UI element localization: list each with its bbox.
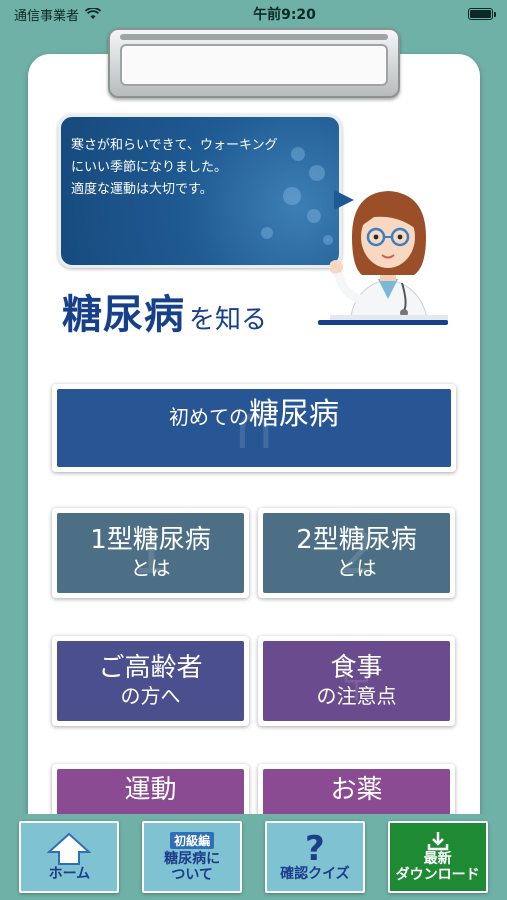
tab-quiz-label: 確認クイズ — [280, 866, 350, 882]
status-bar: 通信事業者 午前9:20 — [0, 0, 507, 28]
title-main: 糖尿病 — [62, 292, 185, 338]
diet-button[interactable]: ⑂ 食事 の注意点 — [263, 641, 450, 721]
clock: 午前9:20 — [253, 7, 316, 23]
clipboard-clip — [108, 28, 400, 98]
medicine-button[interactable]: お薬 — [263, 769, 450, 819]
bubble-line: 寒さが和らいできて、ウォーキング — [71, 138, 278, 153]
title-sub: を知る — [189, 305, 268, 335]
fork-knife-icon: ⑂ — [338, 646, 375, 716]
title-underline — [318, 320, 448, 325]
speech-bubble: 寒さが和らいできて、ウォーキング にいい季節になりました。 適度な運動は大切です… — [58, 114, 342, 268]
bubble-line: 適度な運動は大切です。 — [71, 182, 213, 197]
question-mark-icon: ? — [305, 829, 325, 869]
first-diabetes-button[interactable]: ∩ 初めての 糖尿病 — [57, 389, 451, 467]
bubble-line: にいい季節になりました。 — [71, 160, 228, 175]
tab-beginner[interactable]: 初級編 糖尿病に ついて — [142, 821, 243, 893]
number-one-icon: 1 — [131, 518, 170, 588]
download-icon — [427, 832, 448, 851]
battery-icon — [468, 8, 496, 20]
type1-button[interactable]: 1 1型糖尿病 とは — [57, 513, 244, 593]
doctor-illustration — [330, 191, 448, 325]
type1-frame: 1 1型糖尿病 とは — [52, 508, 249, 598]
first-diabetes-frame: ∩ 初めての 糖尿病 — [52, 384, 456, 472]
medicine-line1: お薬 — [330, 775, 383, 805]
tab-home-label: ホーム — [48, 866, 91, 882]
bottom-tab-bar: ホーム 初級編 糖尿病に ついて ? 確認クイズ 最新 ダウンロード — [0, 814, 507, 900]
diet-frame: ⑂ 食事 の注意点 — [258, 636, 455, 726]
tab-download-line1: 最新 — [423, 851, 452, 867]
stethoscope-icon: ∩ — [232, 393, 276, 463]
elderly-line2: の方へ — [120, 684, 181, 708]
type2-button[interactable]: 2 2型糖尿病 とは — [263, 513, 450, 593]
number-two-icon: 2 — [337, 518, 376, 588]
elderly-button[interactable]: ご高齢者 の方へ — [57, 641, 244, 721]
tab-download-line2: ダウンロード — [395, 867, 480, 883]
bubble-message: 寒さが和らいできて、ウォーキング にいい季節になりました。 適度な運動は大切です… — [71, 135, 333, 201]
tab-home[interactable]: ホーム — [19, 821, 120, 893]
exercise-button[interactable]: 運動 — [57, 769, 244, 819]
exercise-line1: 運動 — [124, 775, 177, 805]
tab-download[interactable]: 最新 ダウンロード — [387, 821, 488, 893]
tab-beginner-line2: ついて — [171, 866, 213, 883]
status-left: 通信事業者 — [14, 5, 102, 24]
elderly-line1: ご高齢者 — [98, 653, 203, 683]
elderly-frame: ご高齢者 の方へ — [52, 636, 249, 726]
carrier-label: 通信事業者 — [14, 8, 80, 24]
tab-quiz[interactable]: ? 確認クイズ — [264, 821, 365, 893]
beginner-tag: 初級編 — [170, 831, 215, 849]
wifi-icon — [85, 8, 102, 19]
page-title: 糖尿病 を知る — [62, 282, 267, 340]
type2-frame: 2 2型糖尿病 とは — [258, 508, 455, 598]
house-arrow-icon — [47, 832, 92, 865]
tab-beginner-line1: 糖尿病に — [164, 850, 221, 867]
